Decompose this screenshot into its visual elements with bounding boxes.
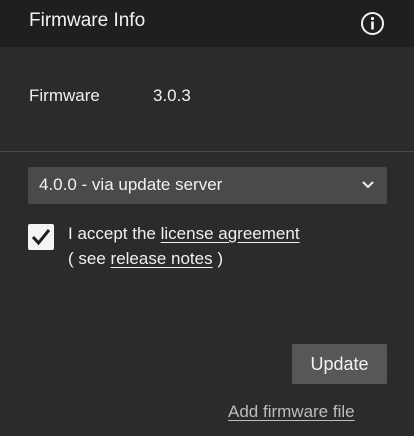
firmware-version: 3.0.3 xyxy=(153,86,191,105)
section-divider xyxy=(0,151,414,152)
firmware-label: Firmware xyxy=(29,86,100,105)
panel-header: Firmware Info xyxy=(0,0,414,47)
panel-title: Firmware Info xyxy=(29,10,146,31)
accept-prefix: I accept the xyxy=(68,224,161,243)
add-firmware-file-link[interactable]: Add firmware file xyxy=(228,402,355,422)
chevron-down-icon xyxy=(362,181,374,189)
release-notes-text: ( see release notes ) xyxy=(68,249,223,269)
selected-version: 4.0.0 - via update server xyxy=(39,175,223,194)
checkmark-icon xyxy=(31,229,51,246)
update-button[interactable]: Update xyxy=(292,344,387,384)
accept-license-text: I accept the license agreement xyxy=(68,224,300,244)
info-icon[interactable] xyxy=(360,11,385,36)
notes-prefix: ( see xyxy=(68,249,111,268)
license-agreement-link[interactable]: license agreement xyxy=(161,224,300,243)
accept-license-checkbox[interactable] xyxy=(28,224,54,250)
notes-suffix: ) xyxy=(212,249,223,268)
firmware-version-select[interactable]: 4.0.0 - via update server xyxy=(28,167,387,204)
release-notes-link[interactable]: release notes xyxy=(111,249,213,268)
